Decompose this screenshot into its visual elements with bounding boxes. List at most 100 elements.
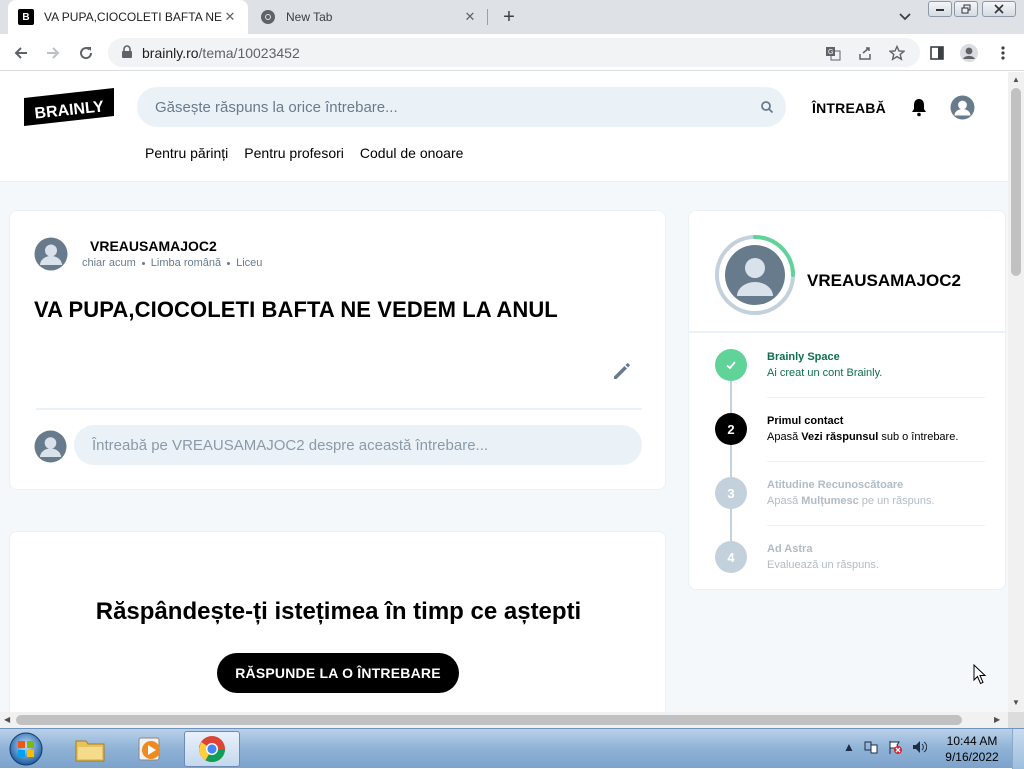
question-text: VA PUPA,CIOCOLETI BAFTA NE VEDEM LA ANUL xyxy=(34,297,558,322)
user-avatar-icon[interactable] xyxy=(950,95,975,120)
step-desc: Apasă Mulțumesc pe un răspuns. xyxy=(767,495,935,507)
reload-icon[interactable] xyxy=(73,40,99,66)
divider xyxy=(767,525,985,526)
page-viewport: BRAINLY ÎNTREABĂ Pentru părinți Pentru p… xyxy=(0,72,1008,712)
brainly-b-icon: B xyxy=(18,9,34,25)
scroll-down-arrow-icon[interactable]: ▼ xyxy=(1012,698,1020,707)
brainly-logo[interactable]: BRAINLY xyxy=(24,88,114,126)
translate-icon[interactable]: G xyxy=(824,44,842,62)
ask-question-link[interactable]: ÎNTREABĂ xyxy=(812,100,886,116)
bell-icon[interactable] xyxy=(909,97,929,117)
scroll-corner xyxy=(1008,712,1024,728)
search-bar[interactable] xyxy=(137,87,786,127)
horizontal-scrollbar[interactable]: ◀ ▶ xyxy=(0,712,1008,728)
tab-separator xyxy=(487,9,488,25)
vertical-scrollbar[interactable]: ▲ ▼ xyxy=(1008,72,1024,712)
sub-navigation: Pentru părinți Pentru profesori Codul de… xyxy=(145,145,463,161)
close-icon[interactable]: ✕ xyxy=(462,9,478,25)
step-first-contact: 2 Primul contact Apasă Vezi răspunsul su… xyxy=(713,413,993,477)
chrome-icon xyxy=(260,9,276,25)
media-player-icon[interactable] xyxy=(122,731,178,767)
divider xyxy=(767,461,985,462)
step-title: Ad Astra xyxy=(767,543,813,555)
onboarding-panel: VREAUSAMAJOC2 Brainly Space Ai creat un … xyxy=(688,210,1007,590)
nav-link-honor-code[interactable]: Codul de onoare xyxy=(360,145,464,161)
question-card: VREAUSAMAJOC2 chiar acum Limba română Li… xyxy=(9,210,666,490)
back-arrow-icon[interactable] xyxy=(8,40,34,66)
close-icon[interactable]: ✕ xyxy=(222,9,238,25)
question-meta: chiar acum Limba română Liceu xyxy=(82,257,262,269)
lock-icon[interactable] xyxy=(120,45,134,59)
svg-text:G: G xyxy=(828,49,833,56)
step-title: Atitudine Recunoscătoare xyxy=(767,479,904,491)
asker-username[interactable]: VREAUSAMAJOC2 xyxy=(90,238,217,254)
step-desc: Ai creat un cont Brainly. xyxy=(767,367,883,379)
step-ad-astra: 4 Ad Astra Evaluează un răspuns. xyxy=(713,541,993,605)
tab-search-chevron-icon[interactable] xyxy=(896,8,914,26)
mouse-pointer-icon xyxy=(973,664,987,685)
windows-start-button[interactable] xyxy=(4,730,48,768)
system-tray: ▲ xyxy=(843,739,927,755)
answer-promo-card: Răspândește-ți istețimea în timp ce aște… xyxy=(9,531,666,712)
step-title: Brainly Space xyxy=(767,351,840,363)
profile-icon[interactable] xyxy=(956,40,982,66)
clock-time: 10:44 AM xyxy=(946,734,998,748)
scroll-thumb[interactable] xyxy=(1011,88,1021,276)
action-center-flag-icon[interactable] xyxy=(887,739,903,755)
step-title: Primul contact xyxy=(767,415,844,427)
restore-button[interactable] xyxy=(954,1,978,17)
tab-brainly[interactable]: B VA PUPA,CIOCOLETI BAFTA NE V ✕ xyxy=(8,0,248,34)
separator-dot xyxy=(227,261,231,265)
tray-expand-icon[interactable]: ▲ xyxy=(843,740,855,754)
network-icon[interactable] xyxy=(863,739,879,755)
divider xyxy=(689,331,1007,333)
window-close-button[interactable] xyxy=(982,1,1016,17)
tab-title: New Tab xyxy=(286,10,333,24)
share-icon[interactable] xyxy=(856,44,874,62)
comment-input[interactable] xyxy=(74,425,642,465)
separator-dot xyxy=(141,261,145,265)
side-panel-icon[interactable] xyxy=(924,40,950,66)
show-desktop-button[interactable] xyxy=(1012,729,1024,769)
step-number-badge: 4 xyxy=(715,541,747,573)
chrome-taskbar-icon[interactable] xyxy=(184,731,240,767)
scroll-right-arrow-icon[interactable]: ▶ xyxy=(994,715,1000,724)
windows-taskbar: ▲ 10:44 AM 9/16/2022 xyxy=(0,728,1024,769)
clock-date: 9/16/2022 xyxy=(945,750,999,764)
question-subject[interactable]: Limba română xyxy=(151,257,221,269)
forward-arrow-icon[interactable] xyxy=(40,40,66,66)
pencil-edit-icon[interactable] xyxy=(610,359,634,383)
nav-link-teachers[interactable]: Pentru profesori xyxy=(244,145,344,161)
scroll-left-arrow-icon[interactable]: ◀ xyxy=(4,715,10,724)
volume-icon[interactable] xyxy=(911,739,927,755)
bookmark-star-icon[interactable] xyxy=(888,44,906,62)
profile-progress-ring xyxy=(715,235,795,315)
browser-toolbar: brainly.ro/tema/10023452 G xyxy=(0,34,1024,71)
minimize-button[interactable] xyxy=(928,1,952,17)
question-level: Liceu xyxy=(236,257,263,269)
commenter-avatar-icon xyxy=(34,430,67,463)
file-explorer-icon[interactable] xyxy=(62,731,118,767)
question-time: chiar acum xyxy=(82,257,136,269)
url-text: brainly.ro/tema/10023452 xyxy=(142,45,300,61)
kebab-menu-icon[interactable] xyxy=(990,40,1016,66)
nav-link-parents[interactable]: Pentru părinți xyxy=(145,145,228,161)
step-number-badge: 3 xyxy=(715,477,747,509)
address-bar[interactable]: brainly.ro/tema/10023452 G xyxy=(108,38,920,67)
scroll-up-arrow-icon[interactable]: ▲ xyxy=(1012,75,1020,84)
divider xyxy=(767,397,985,398)
checkmark-icon xyxy=(715,349,747,381)
system-clock[interactable]: 10:44 AM 9/16/2022 xyxy=(938,733,1006,765)
tab-new-tab[interactable]: New Tab ✕ xyxy=(250,0,488,34)
new-tab-button[interactable]: + xyxy=(498,6,520,28)
step-brainly-space: Brainly Space Ai creat un cont Brainly. xyxy=(713,349,993,413)
tab-title: VA PUPA,CIOCOLETI BAFTA NE V xyxy=(44,10,222,24)
profile-username[interactable]: VREAUSAMAJOC2 xyxy=(807,271,961,291)
answer-question-button[interactable]: RĂSPUNDE LA O ÎNTREBARE xyxy=(217,653,459,693)
asker-avatar-icon[interactable] xyxy=(34,237,68,271)
scroll-thumb[interactable] xyxy=(16,715,962,725)
search-icon[interactable] xyxy=(760,100,774,114)
step-number-badge: 2 xyxy=(715,413,747,445)
search-input[interactable] xyxy=(137,87,737,127)
step-desc: Apasă Vezi răspunsul sub o întrebare. xyxy=(767,431,959,443)
